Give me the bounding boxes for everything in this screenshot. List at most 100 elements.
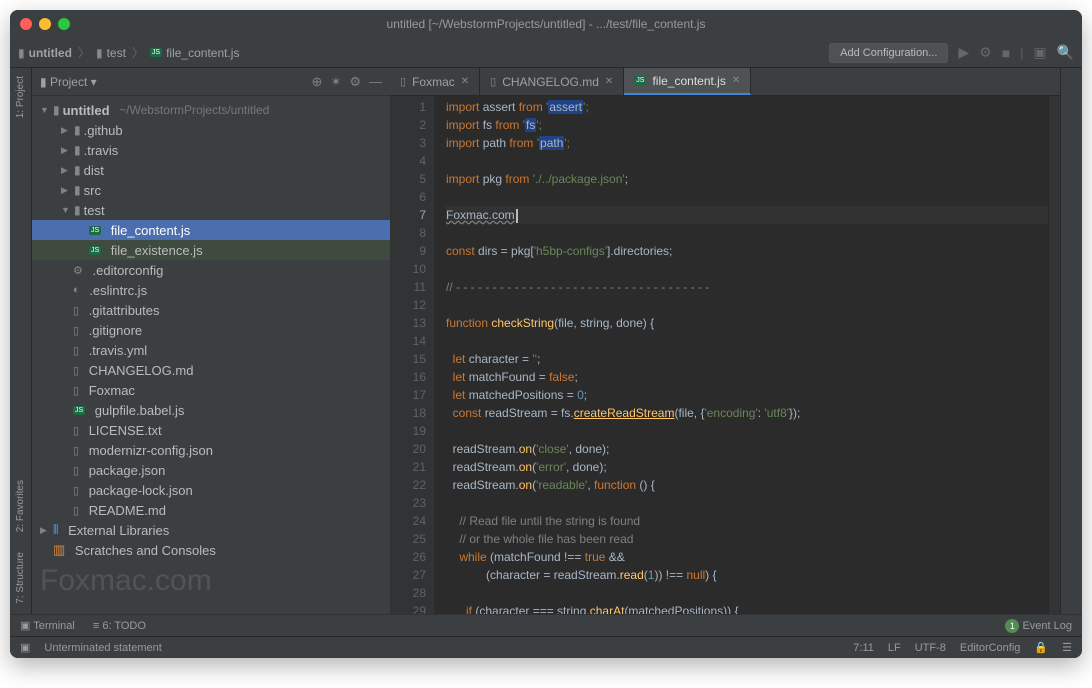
rail-project[interactable]: 1: Project xyxy=(15,76,26,118)
code-editor[interactable]: 1234567891011121314151617181920212223242… xyxy=(390,96,1060,614)
yml-icon: ▯ xyxy=(73,344,79,357)
md-icon: ▯ xyxy=(73,364,79,377)
inspect-icon[interactable]: ☰ xyxy=(1062,641,1072,654)
tree-file[interactable]: ▯ LICENSE.txt xyxy=(32,420,390,440)
close-icon[interactable]: ✕ xyxy=(605,76,613,87)
run-icon[interactable]: ▶ xyxy=(958,44,969,61)
encoding[interactable]: UTF-8 xyxy=(915,642,946,654)
text-caret xyxy=(516,209,518,223)
tree-file[interactable]: ▯ .gitignore xyxy=(32,320,390,340)
status-message: Unterminated statement xyxy=(44,642,161,654)
tree-file[interactable]: ◐ .eslintrc.js xyxy=(32,280,390,300)
file-icon: ▯ xyxy=(73,304,79,317)
layout-icon[interactable]: ▣ xyxy=(1033,44,1046,61)
locate-icon[interactable]: ⊕ xyxy=(312,74,323,90)
js-icon: JS xyxy=(634,76,646,85)
tree-file[interactable]: ▯ README.md xyxy=(32,500,390,520)
tree-root[interactable]: ▼▮untitled ~/WebstormProjects/untitled xyxy=(32,100,390,120)
stop-icon[interactable]: ■ xyxy=(1002,45,1010,61)
tree-scratches[interactable]: ▥ Scratches and Consoles xyxy=(32,540,390,560)
add-configuration-button[interactable]: Add Configuration... xyxy=(829,43,948,63)
tree-file[interactable]: ▯ Foxmac xyxy=(32,380,390,400)
status-icon[interactable]: ▣ xyxy=(20,641,30,654)
file-icon: ▯ xyxy=(73,324,79,337)
tree-folder[interactable]: ▶▮src xyxy=(32,180,390,200)
tree-file[interactable]: ▯ package-lock.json xyxy=(32,480,390,500)
md-icon: ▯ xyxy=(73,504,79,517)
event-badge: 1 xyxy=(1005,619,1019,633)
json-icon: ▯ xyxy=(73,484,79,497)
file-icon: ◐ xyxy=(73,284,80,296)
rail-structure[interactable]: 7: Structure xyxy=(15,552,26,604)
tree-folder[interactable]: ▶▮.github xyxy=(32,120,390,140)
project-dropdown[interactable]: ▮ Project ▾ xyxy=(40,75,97,89)
project-tree[interactable]: ▼▮untitled ~/WebstormProjects/untitled ▶… xyxy=(32,96,390,614)
gear-icon: ⚙ xyxy=(73,264,83,277)
maximize-icon[interactable] xyxy=(58,18,70,30)
tree-folder[interactable]: ▶▮.travis xyxy=(32,140,390,160)
tree-folder[interactable]: ▶▮dist xyxy=(32,160,390,180)
json-icon: ▯ xyxy=(73,464,79,477)
breadcrumb-test[interactable]: ▮test xyxy=(96,46,126,60)
folder-icon: ▮ xyxy=(96,46,103,60)
terminal-button[interactable]: ▣ Terminal xyxy=(20,619,75,632)
tab-filecontent[interactable]: JSfile_content.js✕ xyxy=(624,68,751,95)
js-icon: JS xyxy=(89,246,101,255)
tree-file[interactable]: JS file_existence.js xyxy=(32,240,390,260)
caret-position[interactable]: 7:11 xyxy=(853,642,874,654)
tree-external-libs[interactable]: ▶⫴ External Libraries xyxy=(32,520,390,540)
tree-file[interactable]: ▯ .gitattributes xyxy=(32,300,390,320)
file-icon: ▯ xyxy=(400,75,406,88)
library-icon: ⫴ xyxy=(53,522,58,538)
bottom-tool-bar: ▣ Terminal ≡ 6: TODO 1 Event Log xyxy=(10,614,1082,636)
ide-window: untitled [~/WebstormProjects/untitled] -… xyxy=(10,10,1082,658)
search-icon[interactable]: 🔍 xyxy=(1057,44,1074,61)
code-content[interactable]: import assert from 'assert'; import fs f… xyxy=(434,96,1048,614)
file-icon: ▯ xyxy=(73,424,79,437)
traffic-lights[interactable] xyxy=(20,18,70,30)
close-icon[interactable]: ✕ xyxy=(732,75,740,86)
tree-file-selected[interactable]: JS file_content.js xyxy=(32,220,390,240)
js-icon: JS xyxy=(89,226,101,235)
tree-file[interactable]: JS gulpfile.babel.js xyxy=(32,400,390,420)
breadcrumb-file[interactable]: JSfile_content.js xyxy=(150,46,240,60)
todo-button[interactable]: ≡ 6: TODO xyxy=(93,620,146,632)
status-bar: ▣ Unterminated statement 7:11 LF UTF-8 E… xyxy=(10,636,1082,658)
debug-icon[interactable]: ⚙ xyxy=(979,44,992,61)
line-ending[interactable]: LF xyxy=(888,642,901,654)
editorconfig[interactable]: EditorConfig xyxy=(960,642,1021,654)
expand-icon[interactable]: ✶ xyxy=(330,74,341,90)
gear-icon[interactable]: ⚙ xyxy=(349,74,361,90)
tree-file[interactable]: ▯ .travis.yml xyxy=(32,340,390,360)
tab-foxmac[interactable]: ▯Foxmac✕ xyxy=(390,68,480,95)
chevron-right-icon: 〉 xyxy=(78,44,90,61)
rail-favorites[interactable]: 2: Favorites xyxy=(15,480,26,532)
minimize-icon[interactable] xyxy=(39,18,51,30)
event-log-button[interactable]: 1 Event Log xyxy=(1005,619,1072,633)
tree-file[interactable]: ▯ modernizr-config.json xyxy=(32,440,390,460)
lock-icon[interactable]: 🔒 xyxy=(1034,641,1048,654)
tree-file[interactable]: ▯ package.json xyxy=(32,460,390,480)
hide-icon[interactable]: — xyxy=(369,74,382,89)
right-tool-rail xyxy=(1060,68,1082,614)
tree-folder-test[interactable]: ▼▮test xyxy=(32,200,390,220)
titlebar: untitled [~/WebstormProjects/untitled] -… xyxy=(10,10,1082,38)
chevron-right-icon: 〉 xyxy=(132,44,144,61)
breadcrumb-root[interactable]: ▮untitled xyxy=(18,46,72,60)
left-tool-rail: 1: Project 2: Favorites 7: Structure xyxy=(10,68,32,614)
md-icon: ▯ xyxy=(490,75,496,88)
close-icon[interactable]: ✕ xyxy=(461,76,469,87)
js-icon: JS xyxy=(73,406,85,415)
error-stripe[interactable] xyxy=(1048,96,1060,614)
nav-bar: ▮untitled 〉 ▮test 〉 JSfile_content.js Ad… xyxy=(10,38,1082,68)
editor-tabs: ▯Foxmac✕ ▯CHANGELOG.md✕ JSfile_content.j… xyxy=(390,68,1060,96)
tab-changelog[interactable]: ▯CHANGELOG.md✕ xyxy=(480,68,624,95)
project-sidebar: ▮ Project ▾ ⊕ ✶ ⚙ — ▼▮untitled ~/Webstor… xyxy=(32,68,390,614)
tree-file[interactable]: ⚙ .editorconfig xyxy=(32,260,390,280)
sidebar-header: ▮ Project ▾ ⊕ ✶ ⚙ — xyxy=(32,68,390,96)
line-gutter[interactable]: 1234567891011121314151617181920212223242… xyxy=(390,96,434,614)
tree-file[interactable]: ▯ CHANGELOG.md xyxy=(32,360,390,380)
editor-area: ▯Foxmac✕ ▯CHANGELOG.md✕ JSfile_content.j… xyxy=(390,68,1060,614)
close-icon[interactable] xyxy=(20,18,32,30)
file-icon: ▯ xyxy=(73,384,79,397)
